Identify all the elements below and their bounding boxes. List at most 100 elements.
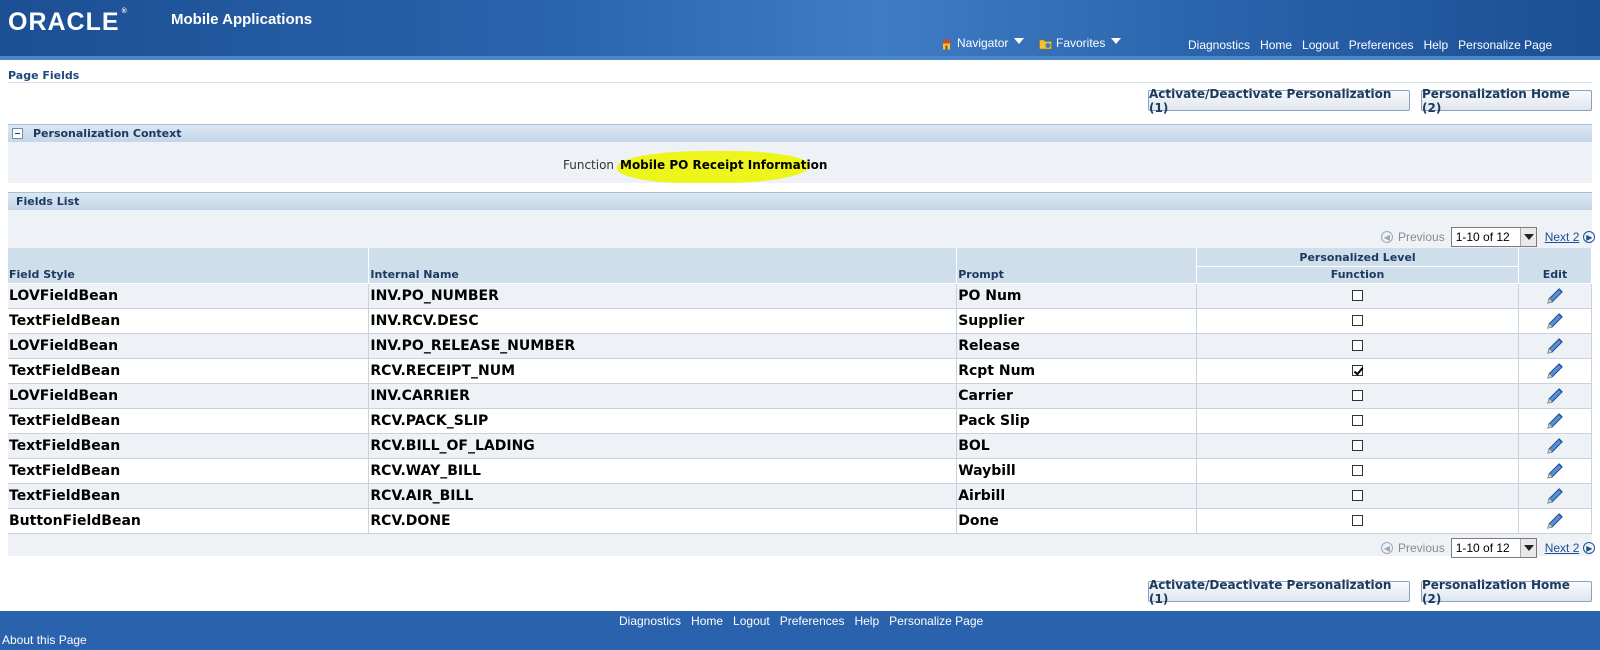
function-checkbox[interactable] <box>1352 315 1364 326</box>
function-checkbox[interactable] <box>1352 465 1364 476</box>
oracle-logo: ORACLE ® <box>8 8 128 36</box>
edit-cell <box>1518 358 1593 384</box>
range-select[interactable]: 1-10 of 12 <box>1450 227 1537 247</box>
personalize-page-link[interactable]: Personalize Page <box>1458 38 1552 52</box>
edit-cell <box>1518 433 1593 459</box>
col-personalized-level: Personalized Level <box>1196 248 1519 267</box>
home-link[interactable]: Home <box>691 614 723 628</box>
logout-link[interactable]: Logout <box>1302 38 1339 52</box>
table-row: LOVFieldBean INV.PO_RELEASE_NUMBER Release <box>8 333 1593 359</box>
diagnostics-link[interactable]: Diagnostics <box>1188 38 1250 52</box>
table-row: TextFieldBean RCV.AIR_BILL Airbill <box>8 483 1593 509</box>
pagination-bottom: ◀ Previous 1-10 of 12 Next 2 ▶ <box>1381 537 1596 559</box>
pencil-edit-icon[interactable] <box>1544 460 1566 482</box>
function-cell <box>1196 433 1519 459</box>
function-checkbox[interactable] <box>1352 440 1364 451</box>
pencil-edit-icon[interactable] <box>1544 510 1566 532</box>
pencil-edit-icon[interactable] <box>1544 435 1566 457</box>
pencil-edit-icon[interactable] <box>1544 285 1566 307</box>
function-cell <box>1196 483 1519 509</box>
prompt-cell: Done <box>956 508 1198 534</box>
function-checkbox[interactable] <box>1352 340 1364 351</box>
navigator-label: Navigator <box>957 36 1009 50</box>
pencil-edit-icon[interactable] <box>1544 310 1566 332</box>
chevron-down-icon <box>1014 38 1025 44</box>
edit-cell <box>1518 508 1593 534</box>
home-link[interactable]: Home <box>1260 38 1292 52</box>
function-cell <box>1196 333 1519 359</box>
help-link[interactable]: Help <box>854 614 879 628</box>
previous-link: Previous <box>1398 541 1445 555</box>
table-row: TextFieldBean INV.RCV.DESC Supplier <box>8 308 1593 334</box>
table-row: TextFieldBean RCV.RECEIPT_NUM Rcpt Num <box>8 358 1593 384</box>
activate-deactivate-button[interactable]: Activate/Deactivate Personalization (1) <box>1148 87 1410 115</box>
function-cell <box>1196 508 1519 534</box>
next-link[interactable]: Next 2 <box>1545 541 1580 555</box>
personalization-context-header[interactable]: Personalization Context <box>8 124 1592 142</box>
function-checkbox[interactable] <box>1352 290 1364 301</box>
home-icon <box>941 38 952 49</box>
personalization-home-button[interactable]: Personalization Home (2) <box>1421 87 1592 115</box>
function-checkbox[interactable] <box>1352 390 1364 401</box>
field-style-cell: LOVFieldBean <box>8 383 370 409</box>
collapse-icon[interactable] <box>12 128 23 139</box>
edit-cell <box>1518 408 1593 434</box>
dropdown-arrow-icon <box>1519 228 1536 246</box>
personalization-home-button[interactable]: Personalization Home (2) <box>1421 578 1592 606</box>
internal-name-cell: RCV.RECEIPT_NUM <box>368 358 958 384</box>
edit-cell <box>1518 483 1593 509</box>
table-row: LOVFieldBean INV.CARRIER Carrier <box>8 383 1593 409</box>
pagination-top: ◀ Previous 1-10 of 12 Next 2 ▶ <box>1381 226 1596 248</box>
field-style-cell: TextFieldBean <box>8 483 370 509</box>
field-style-cell: LOVFieldBean <box>8 283 370 309</box>
range-select[interactable]: 1-10 of 12 <box>1450 538 1537 558</box>
pencil-edit-icon[interactable] <box>1544 385 1566 407</box>
footer-links: Diagnostics Home Logout Preferences Help… <box>619 614 983 628</box>
about-page-link[interactable]: About this Page <box>2 633 87 647</box>
favorites-menu[interactable]: Favorites <box>1039 36 1122 50</box>
col-internal-name: Internal Name <box>368 248 958 284</box>
function-checkbox[interactable] <box>1352 415 1364 426</box>
next-arrow-icon[interactable]: ▶ <box>1583 231 1596 243</box>
prompt-cell: PO Num <box>956 283 1198 309</box>
next-link[interactable]: Next 2 <box>1545 230 1580 244</box>
preferences-link[interactable]: Preferences <box>780 614 845 628</box>
function-checkbox[interactable] <box>1352 490 1364 501</box>
preferences-link[interactable]: Preferences <box>1349 38 1414 52</box>
pencil-edit-icon[interactable] <box>1544 485 1566 507</box>
field-style-cell: TextFieldBean <box>8 408 370 434</box>
edit-cell <box>1518 458 1593 484</box>
prompt-cell: BOL <box>956 433 1198 459</box>
previous-arrow-icon: ◀ <box>1381 542 1393 554</box>
col-field-style: Field Style <box>8 248 370 284</box>
help-link[interactable]: Help <box>1423 38 1448 52</box>
edit-cell <box>1518 308 1593 334</box>
global-links: Diagnostics Home Logout Preferences Help… <box>1188 38 1552 52</box>
pencil-edit-icon[interactable] <box>1544 410 1566 432</box>
previous-link: Previous <box>1398 230 1445 244</box>
range-value: 1-10 of 12 <box>1455 230 1510 244</box>
section-title: Personalization Context <box>33 127 182 140</box>
prompt-cell: Airbill <box>956 483 1198 509</box>
next-arrow-icon[interactable]: ▶ <box>1583 542 1596 554</box>
internal-name-cell: INV.RCV.DESC <box>368 308 958 334</box>
logout-link[interactable]: Logout <box>733 614 770 628</box>
internal-name-cell: INV.CARRIER <box>368 383 958 409</box>
diagnostics-link[interactable]: Diagnostics <box>619 614 681 628</box>
table-row: TextFieldBean RCV.BILL_OF_LADING BOL <box>8 433 1593 459</box>
pencil-edit-icon[interactable] <box>1544 360 1566 382</box>
activate-deactivate-button[interactable]: Activate/Deactivate Personalization (1) <box>1148 578 1410 606</box>
prompt-cell: Supplier <box>956 308 1198 334</box>
function-checkbox[interactable] <box>1352 365 1364 376</box>
function-label: Function <box>563 158 615 172</box>
personalize-page-link[interactable]: Personalize Page <box>889 614 983 628</box>
function-cell <box>1196 308 1519 334</box>
favorites-folder-icon <box>1039 39 1052 49</box>
dropdown-arrow-icon <box>1519 539 1536 557</box>
pencil-edit-icon[interactable] <box>1544 335 1566 357</box>
function-checkbox[interactable] <box>1352 515 1364 526</box>
function-cell <box>1196 283 1519 309</box>
function-cell <box>1196 383 1519 409</box>
internal-name-cell: RCV.BILL_OF_LADING <box>368 433 958 459</box>
navigator-menu[interactable]: Navigator <box>940 36 1025 50</box>
